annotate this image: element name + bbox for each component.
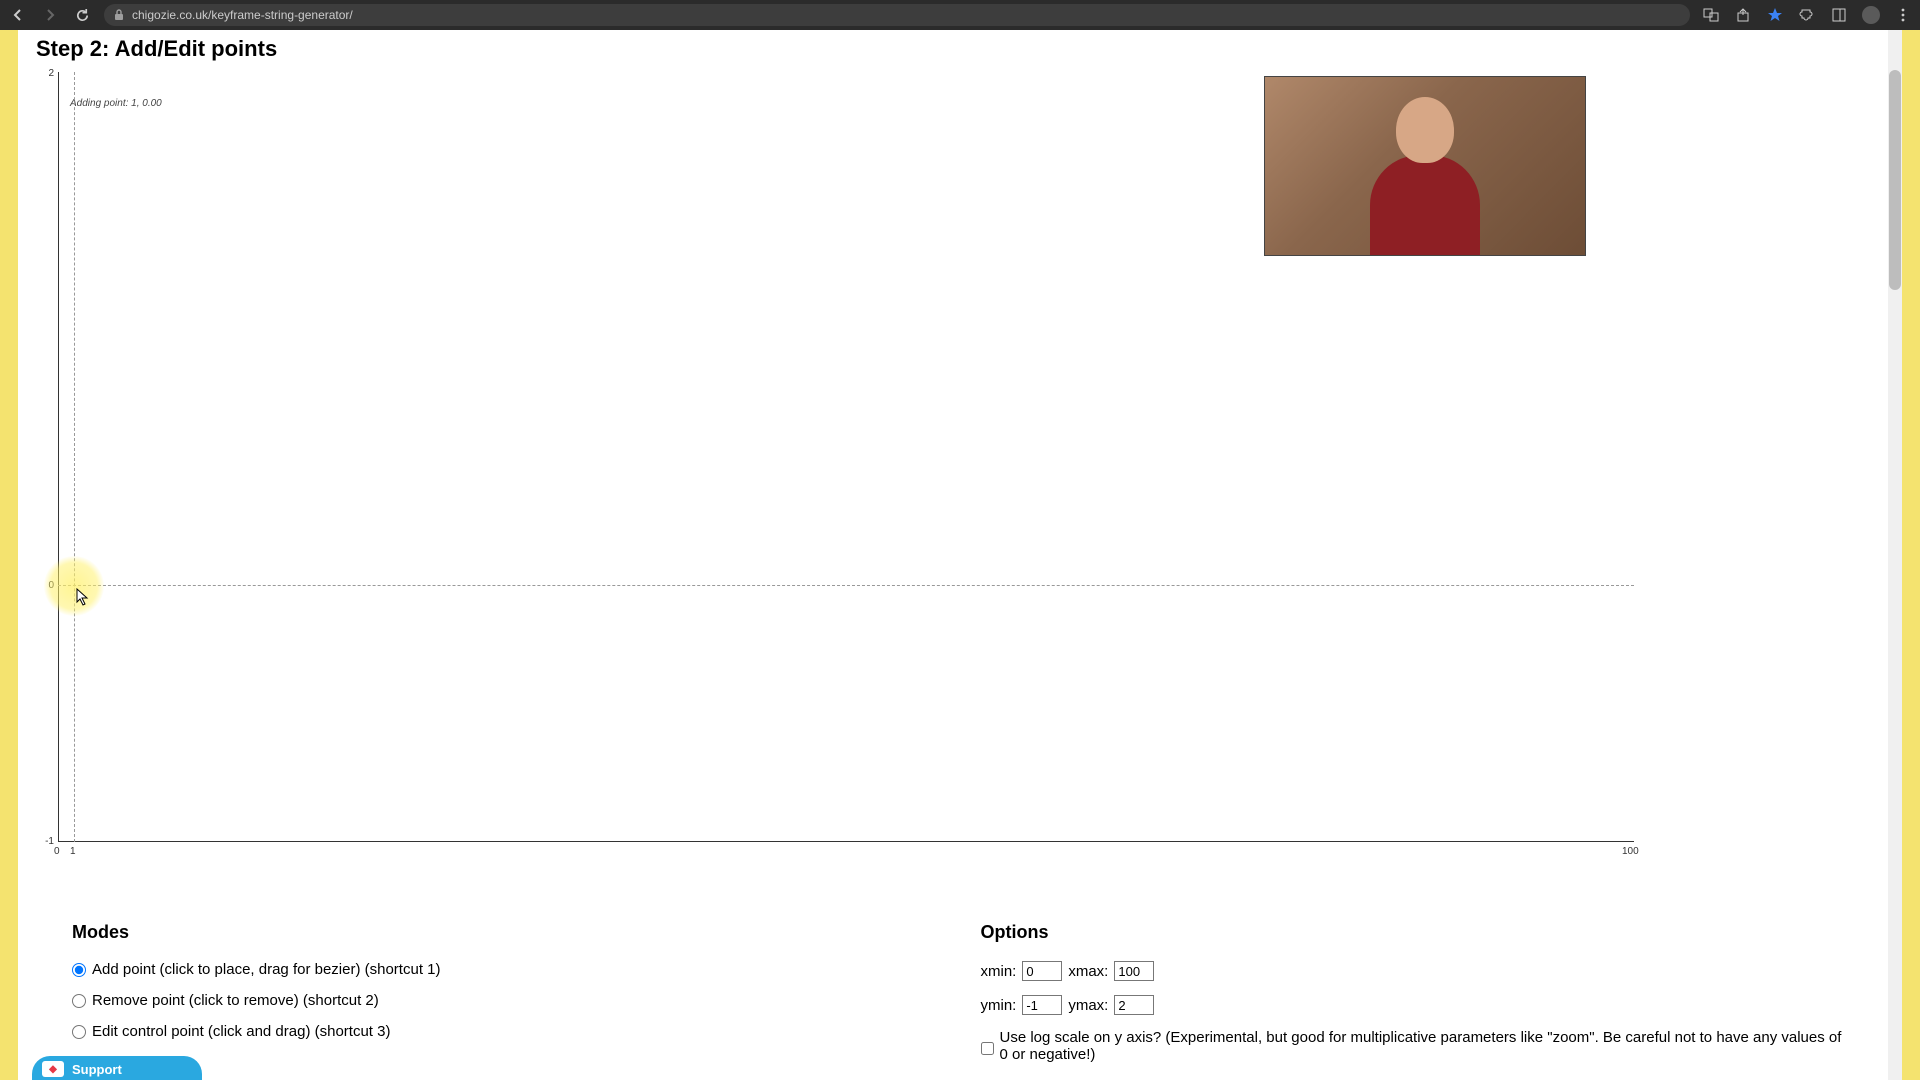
chart-tooltip: Adding point: 1, 0.00	[70, 98, 162, 109]
x-tick-100: 100	[1622, 846, 1639, 857]
share-icon[interactable]	[1734, 6, 1752, 24]
support-label: Support	[72, 1062, 122, 1077]
mode-add-label: Add point (click to place, drag for bezi…	[92, 961, 441, 978]
menu-icon[interactable]	[1894, 6, 1912, 24]
scrollbar-thumb[interactable]	[1889, 70, 1901, 290]
translate-icon[interactable]	[1702, 6, 1720, 24]
mode-remove-label: Remove point (click to remove) (shortcut…	[92, 992, 379, 1009]
page-scrollbar[interactable]	[1888, 30, 1902, 1080]
xmax-label: xmax:	[1068, 963, 1108, 980]
webcam-overlay	[1264, 76, 1586, 256]
mode-edit-control[interactable]: Edit control point (click and drag) (sho…	[72, 1023, 441, 1040]
y-tick-bottom: -1	[20, 836, 54, 847]
xmax-input[interactable]	[1114, 961, 1154, 981]
extensions-icon[interactable]	[1798, 6, 1816, 24]
logscale-checkbox[interactable]	[981, 1042, 994, 1055]
modes-section: Modes Add point (click to place, drag fo…	[72, 922, 441, 1077]
ymax-input[interactable]	[1114, 995, 1154, 1015]
ymin-label: ymin:	[981, 997, 1017, 1014]
lock-icon	[114, 9, 124, 21]
xmin-input[interactable]	[1022, 961, 1062, 981]
modes-heading: Modes	[72, 922, 441, 943]
profile-avatar[interactable]	[1862, 6, 1880, 24]
url-text: chigozie.co.uk/keyframe-string-generator…	[132, 8, 353, 22]
bookmark-star-icon[interactable]	[1766, 6, 1784, 24]
ymin-input[interactable]	[1022, 995, 1062, 1015]
sidepanel-icon[interactable]	[1830, 6, 1848, 24]
x-tick-0: 0	[54, 846, 60, 857]
crosshair-horizontal	[58, 585, 1634, 586]
x-tick-1: 1	[70, 846, 76, 857]
mode-remove-point[interactable]: Remove point (click to remove) (shortcut…	[72, 992, 441, 1009]
mode-remove-radio[interactable]	[72, 994, 86, 1008]
step-heading: Step 2: Add/Edit points	[36, 36, 1884, 62]
browser-right-icons	[1702, 6, 1912, 24]
forward-button[interactable]	[40, 5, 60, 25]
options-heading: Options	[981, 922, 1851, 943]
logscale-label: Use log scale on y axis? (Experimental, …	[1000, 1029, 1851, 1063]
support-badge-icon: ◆	[42, 1061, 64, 1077]
xmin-label: xmin:	[981, 963, 1017, 980]
mode-edit-label: Edit control point (click and drag) (sho…	[92, 1023, 390, 1040]
mode-add-point[interactable]: Add point (click to place, drag for bezi…	[72, 961, 441, 978]
mode-edit-radio[interactable]	[72, 1025, 86, 1039]
keyframe-chart[interactable]: 2 0 -1 0 1 100 Adding point: 1, 0.00	[56, 72, 1696, 862]
options-section: Options xmin: xmax: ymin: ymax: Use log …	[981, 922, 1851, 1077]
support-button[interactable]: ◆ Support	[32, 1056, 202, 1080]
url-bar[interactable]: chigozie.co.uk/keyframe-string-generator…	[104, 4, 1690, 26]
reload-button[interactable]	[72, 5, 92, 25]
y-tick-mid: 0	[20, 580, 54, 591]
back-button[interactable]	[8, 5, 28, 25]
ymax-label: ymax:	[1068, 997, 1108, 1014]
crosshair-vertical	[74, 72, 75, 842]
mode-add-radio[interactable]	[72, 963, 86, 977]
browser-chrome: chigozie.co.uk/keyframe-string-generator…	[0, 0, 1920, 30]
y-tick-top: 2	[20, 68, 54, 79]
